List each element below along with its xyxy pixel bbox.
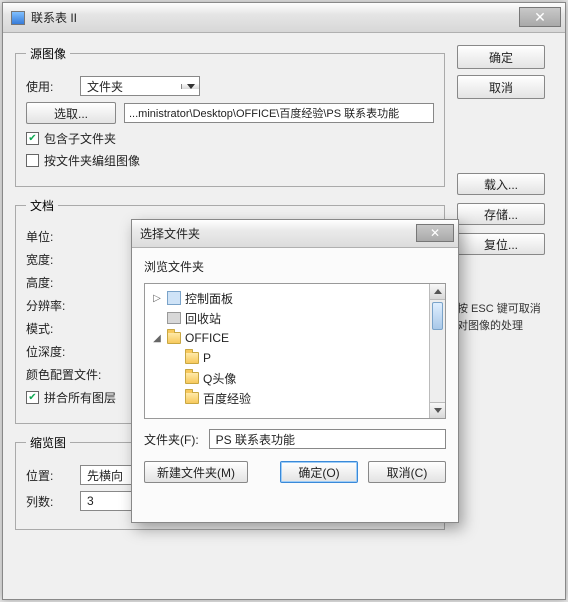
flatten-layers-label: 拼合所有图层 [44, 389, 116, 406]
browse-body: 浏览文件夹 ▷ 控制面板 回收站 ◢ [132, 248, 458, 493]
folder-icon [185, 352, 199, 364]
collapse-icon[interactable]: ◢ [151, 333, 163, 344]
scroll-thumb[interactable] [432, 302, 443, 330]
group-by-folder-checkbox[interactable]: 按文件夹编组图像 [26, 152, 434, 169]
close-icon[interactable]: ✕ [519, 7, 561, 27]
tree-label: 控制面板 [185, 290, 233, 307]
tree-scrollbar[interactable] [429, 284, 445, 418]
chevron-down-icon [181, 84, 199, 89]
expand-icon[interactable]: ▷ [151, 293, 163, 304]
folder-icon [167, 332, 181, 344]
tree-label: 百度经验 [203, 390, 251, 407]
folder-icon [185, 392, 199, 404]
titlebar[interactable]: 联系表 II ✕ [3, 3, 565, 33]
resolution-label: 分辨率: [26, 297, 80, 314]
place-label: 位置: [26, 467, 80, 484]
cancel-button[interactable]: 取消 [457, 75, 545, 99]
dialog-main-buttons: 确定 取消 [457, 45, 553, 105]
reset-button[interactable]: 复位... [457, 233, 545, 255]
browse-heading: 浏览文件夹 [144, 258, 446, 275]
choose-button[interactable]: 选取... [26, 102, 116, 124]
folder-tree: ▷ 控制面板 回收站 ◢ OFFICE [144, 283, 446, 419]
tree-node[interactable]: ◢ OFFICE [151, 328, 439, 348]
browse-title: 选择文件夹 [140, 225, 200, 242]
tree-node[interactable]: 百度经验 [151, 388, 439, 408]
folder-icon [185, 372, 199, 384]
tree-node[interactable]: Q头像 [151, 368, 439, 388]
save-button[interactable]: 存储... [457, 203, 545, 225]
esc-note-line1: 按 ESC 键可取消 [457, 303, 541, 315]
folder-field[interactable]: PS 联系表功能 [209, 429, 446, 449]
tree-label: 回收站 [185, 310, 221, 327]
include-subfolders-checkbox[interactable]: 包含子文件夹 [26, 130, 434, 147]
scroll-down-icon[interactable] [430, 402, 445, 418]
checkbox-icon [26, 132, 39, 145]
width-label: 宽度: [26, 251, 80, 268]
mode-label: 模式: [26, 320, 80, 337]
close-icon[interactable]: ✕ [416, 224, 454, 242]
source-path: ...ministrator\Desktop\OFFICE\百度经验\PS 联系… [124, 103, 434, 123]
thumbnail-legend: 缩览图 [26, 434, 70, 451]
tree-label: Q头像 [203, 370, 236, 387]
use-label: 使用: [26, 78, 80, 95]
esc-note: 按 ESC 键可取消 对图像的处理 [457, 301, 553, 334]
browse-titlebar[interactable]: 选择文件夹 ✕ [132, 220, 458, 248]
browse-ok-button[interactable]: 确定(O) [280, 461, 358, 483]
group-by-folder-label: 按文件夹编组图像 [44, 152, 140, 169]
height-label: 高度: [26, 274, 80, 291]
browse-folder-dialog: 选择文件夹 ✕ 浏览文件夹 ▷ 控制面板 回收站 [131, 219, 459, 523]
ok-button[interactable]: 确定 [457, 45, 545, 69]
checkbox-icon [26, 154, 39, 167]
scroll-up-icon[interactable] [430, 284, 445, 300]
folder-field-label: 文件夹(F): [144, 431, 199, 448]
tree-node[interactable]: 回收站 [151, 308, 439, 328]
bit-depth-label: 位深度: [26, 343, 80, 360]
cols-label: 列数: [26, 493, 80, 510]
tree-node[interactable]: ▷ 控制面板 [151, 288, 439, 308]
recycle-bin-icon [167, 312, 181, 324]
control-panel-icon [167, 291, 181, 305]
use-combo[interactable]: 文件夹 [80, 76, 200, 96]
source-legend: 源图像 [26, 45, 70, 62]
source-group: 源图像 使用: 文件夹 选取... ...ministrator\Desktop… [15, 45, 445, 187]
tree-node[interactable]: P [151, 348, 439, 368]
use-value: 文件夹 [81, 78, 181, 95]
unit-label: 单位: [26, 228, 80, 245]
app-icon [11, 11, 25, 25]
window-title: 联系表 II [31, 9, 557, 26]
include-subfolders-label: 包含子文件夹 [44, 130, 116, 147]
main-window: 联系表 II ✕ 确定 取消 载入... 存储... 复位... 按 ESC 键… [2, 2, 566, 600]
new-folder-button[interactable]: 新建文件夹(M) [144, 461, 248, 483]
checkbox-icon [26, 391, 39, 404]
browse-cancel-button[interactable]: 取消(C) [368, 461, 446, 483]
tree-label: P [203, 351, 211, 365]
tree-label: OFFICE [185, 331, 229, 345]
document-legend: 文档 [26, 197, 58, 214]
preset-buttons: 载入... 存储... 复位... [457, 173, 553, 263]
color-profile-label: 颜色配置文件: [26, 366, 116, 383]
esc-note-line2: 对图像的处理 [457, 320, 523, 332]
load-button[interactable]: 载入... [457, 173, 545, 195]
